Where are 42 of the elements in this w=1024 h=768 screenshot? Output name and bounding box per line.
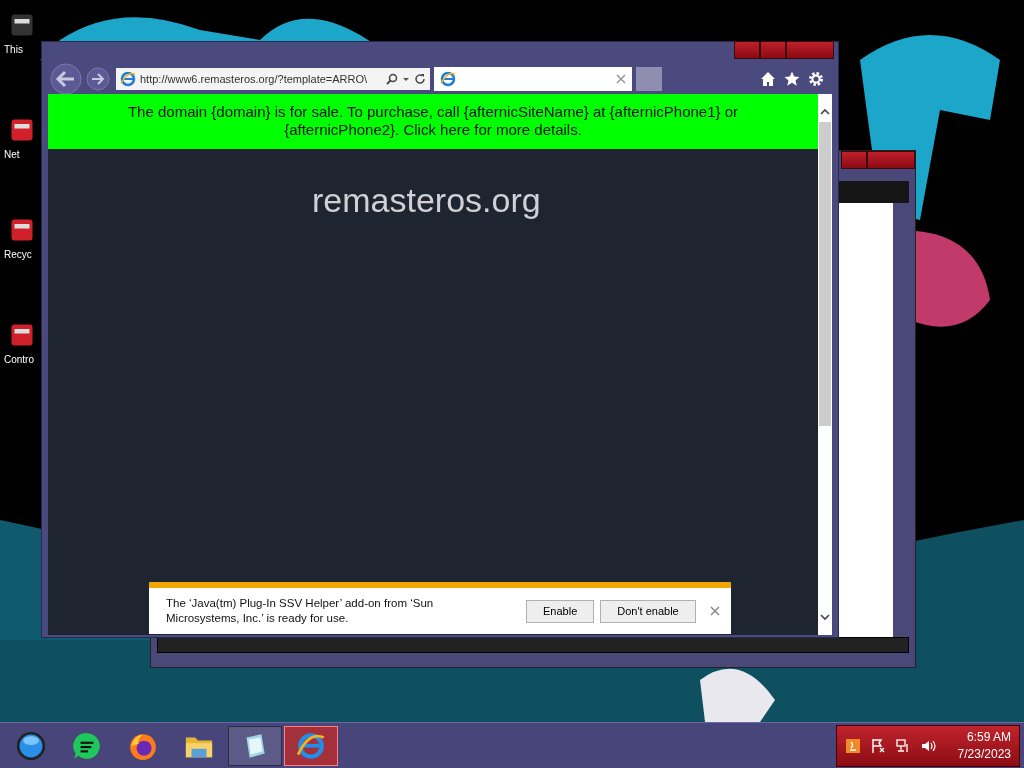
close-icon[interactable] — [709, 606, 720, 616]
desktop-icon-label[interactable]: Net — [4, 149, 20, 160]
browser-icon[interactable] — [296, 730, 326, 761]
start-orb-icon[interactable] — [16, 730, 46, 761]
notification-button[interactable]: Don't enable — [600, 599, 696, 623]
chat-icon[interactable] — [72, 730, 102, 761]
close-button[interactable] — [786, 41, 834, 59]
dropdown-icon[interactable] — [402, 75, 410, 83]
browser-icon — [440, 71, 456, 87]
notification-button[interactable]: Enable — [526, 599, 595, 623]
close-button[interactable] — [867, 151, 915, 169]
desktop-icon-label[interactable]: Contro — [4, 354, 34, 365]
taskbar-button[interactable] — [228, 725, 282, 766]
home-icon[interactable] — [760, 71, 776, 87]
scroll-thumb[interactable] — [819, 122, 831, 426]
java-icon[interactable] — [845, 737, 861, 754]
maximize-button[interactable] — [760, 41, 786, 59]
url-text: http://www6.remasteros.org/?template=ARRO\ — [140, 73, 369, 85]
address-bar[interactable]: http://www6.remasteros.org/?template=ARRO\ — [116, 68, 430, 90]
clock-date: 7/23/2023 — [957, 745, 1011, 763]
close-icon[interactable] — [616, 74, 626, 84]
minimize-button[interactable] — [734, 41, 760, 59]
network-icon[interactable] — [895, 737, 911, 754]
scroll-down-icon[interactable] — [820, 613, 830, 621]
clock-time: 6:59 AM — [966, 728, 1011, 746]
desktop-icon-label[interactable]: Recyc — [4, 249, 32, 260]
scroll-up-icon[interactable] — [820, 108, 830, 116]
browser-tab[interactable] — [434, 67, 632, 91]
flag-icon[interactable] — [870, 737, 886, 754]
refresh-icon[interactable] — [414, 73, 426, 85]
clock[interactable]: 6:59 AM 7/23/2023 — [957, 728, 1011, 763]
forward-button[interactable] — [86, 67, 110, 91]
sale-banner[interactable]: The domain {domain} is for sale. To purchase, call {afternicSiteName} at {afternicPhone1} or {afternicPhone2}. Click here for more details. — [48, 94, 818, 149]
notification-message: The ‘Java(tm) Plug-In SSV Helper’ add-on from ‘Sun Microsystems, Inc.’ is ready for use. — [166, 596, 435, 626]
star-icon[interactable] — [784, 71, 800, 87]
search-icon[interactable] — [386, 73, 398, 85]
desktop-icon-label[interactable]: This — [4, 44, 23, 55]
site-title: remasteros.org — [312, 181, 542, 220]
back-button[interactable] — [50, 63, 82, 95]
maximize-button[interactable] — [841, 151, 867, 169]
settings-icon[interactable] — [808, 71, 824, 87]
browser-icon — [120, 71, 136, 87]
